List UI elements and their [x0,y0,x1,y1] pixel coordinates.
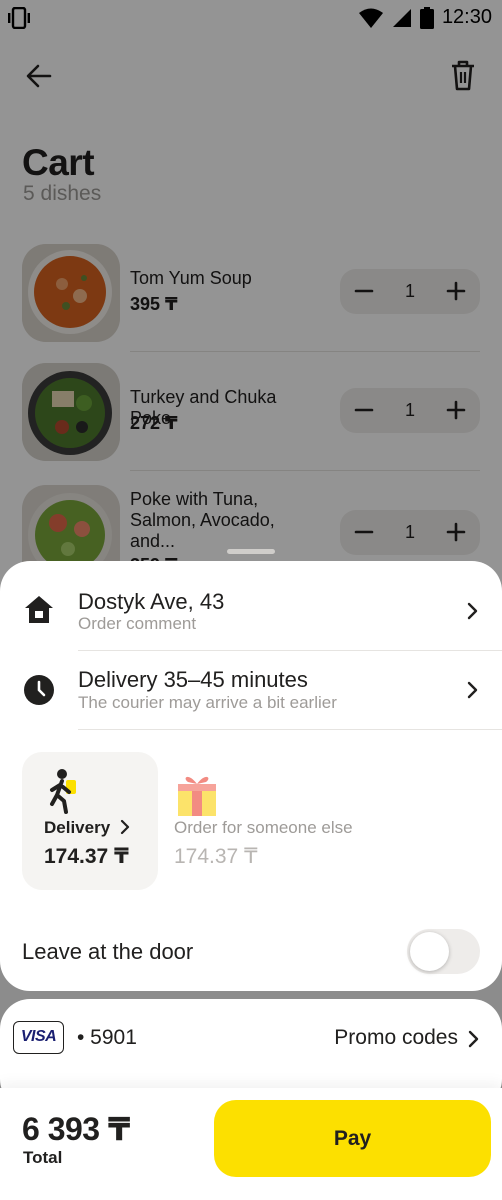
cellular-icon [392,8,411,27]
visa-icon[interactable]: VISA [13,1021,64,1054]
gift-option-card[interactable]: Order for someone else 174.37 ₸ [160,752,390,890]
plus-icon[interactable] [444,398,468,422]
dish-name: Poke with Tuna, Salmon, Avocado, and... [130,489,275,551]
gift-option-price: 174.37 ₸ [174,845,258,868]
delivery-option-label: Delivery [44,818,111,837]
vibrate-icon [8,7,30,29]
address-title: Dostyk Ave, 43 [78,589,225,614]
gift-icon [178,776,216,816]
delivery-time-row[interactable]: Delivery 35–45 minutes The courier may a… [0,651,502,730]
total-label: Total [23,1148,63,1167]
quantity-stepper: 1 [340,388,480,433]
quantity-stepper: 1 [340,269,480,314]
cart-item: Tom Yum Soup 395 ₸ 1 [0,242,502,360]
status-bar: 12:30 [0,0,502,36]
plus-icon[interactable] [444,520,468,544]
chevron-right-icon [467,602,478,620]
chevron-right-icon [467,681,478,699]
divider [78,729,502,730]
checkout-sheet: Dostyk Ave, 43 Order comment Delivery 35… [0,561,502,991]
battery-icon [419,6,434,29]
promo-codes-link[interactable]: Promo codes [334,1026,458,1050]
page-title: Cart [22,142,95,183]
dish-price: 272 ₸ [130,413,178,433]
checkout-footer: 6 393 ₸ Total Pay [0,1088,502,1200]
toggle-knob [410,932,449,971]
cart-item: Turkey and Chuka Poke 272 ₸ 1 [0,361,502,479]
sheet-drag-handle[interactable] [227,549,275,554]
wifi-icon [358,8,383,28]
divider [130,470,480,471]
chevron-right-icon [120,819,130,835]
dish-photo-soup [22,244,120,342]
delivery-time-subtitle: The courier may arrive a bit earlier [78,693,337,712]
courier-icon [50,769,76,814]
dish-name: Tom Yum Soup [130,268,252,288]
delivery-option-price: 174.37 ₸ [44,845,129,868]
delivery-time-title: Delivery 35–45 minutes [78,667,308,692]
dish-count: 5 dishes [23,182,102,205]
leave-at-door-toggle[interactable] [407,929,480,974]
home-icon [25,596,53,623]
total-amount: 6 393 ₸ [22,1111,130,1147]
address-row[interactable]: Dostyk Ave, 43 Order comment [0,561,502,651]
plus-icon[interactable] [444,279,468,303]
top-nav [0,55,502,99]
divider [130,351,480,352]
trash-icon[interactable] [448,57,478,93]
status-time: 12:30 [441,6,492,28]
gift-option-label: Order for someone else [174,818,353,837]
address-subtitle: Order comment [78,614,197,633]
back-arrow-icon[interactable] [22,59,56,93]
leave-at-door-label: Leave at the door [22,939,194,964]
pay-button[interactable]: Pay [214,1100,491,1177]
cart-screen: 12:30 Cart 5 dishes Tom Yum Soup 395 ₸ 1… [0,0,502,600]
delivery-option-card[interactable]: Delivery 174.37 ₸ [22,752,158,890]
chevron-right-icon [468,1030,479,1048]
quantity-stepper: 1 [340,510,480,555]
card-number[interactable]: • 5901 [77,1026,137,1050]
dish-photo-poke [22,363,120,461]
dish-price: 395 ₸ [130,294,178,314]
clock-icon [24,675,54,705]
